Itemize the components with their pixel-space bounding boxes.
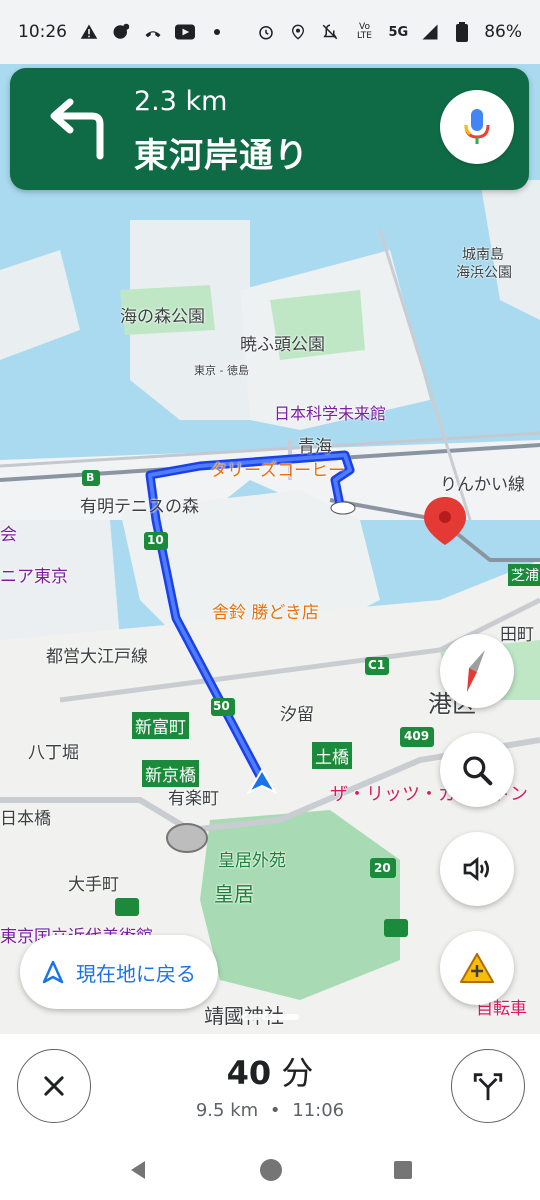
map-label-ariake-tennis[interactable]: 有明テニスの森 [80, 492, 199, 517]
compass-icon [467, 650, 485, 692]
map-label-rinkai: りんかい線 [440, 475, 525, 495]
map-label-tullys[interactable]: タリーズコーヒー [210, 456, 345, 481]
home-icon[interactable] [259, 1158, 283, 1182]
chat-icon [111, 22, 131, 42]
eta-unit: 分 [281, 1054, 314, 1092]
recenter-button[interactable]: 現在地に戻る [20, 935, 218, 1009]
route-fork-icon [473, 1073, 503, 1101]
battery-percent: 86% [484, 22, 522, 42]
map-label-shintomicho[interactable]: 新富町 [132, 712, 189, 739]
street-name: 東河岸通り [134, 136, 309, 176]
trip-distance: 9.5 km [195, 1100, 259, 1121]
map-label-kokyo[interactable]: 皇居 [214, 878, 254, 907]
speaker-icon [463, 856, 489, 882]
map-label-yurakucho[interactable]: 有楽町 [168, 784, 219, 809]
map-label-otemachi[interactable]: 大手町 [68, 870, 119, 895]
map-label-kachidoki-shop[interactable]: 舎鈴 勝どき店 [212, 598, 319, 623]
map-label-umi-no-mori[interactable]: 海の森公園 [120, 302, 205, 327]
compass-button[interactable] [440, 634, 514, 708]
route-shield-409: 409 [404, 729, 430, 743]
search-button[interactable] [440, 733, 514, 807]
signal-icon [420, 22, 440, 42]
status-bar: 10:26 Vo LTE 5G 86% [0, 0, 540, 64]
back-icon[interactable] [127, 1159, 149, 1181]
recenter-label: 現在地に戻る [76, 961, 196, 986]
sheet-handle[interactable] [241, 1014, 299, 1020]
route-shield-50: 50 [213, 699, 230, 713]
map-label-nia-tokyo[interactable]: ニア東京 [0, 562, 68, 587]
volte-icon: Vo LTE [357, 22, 372, 41]
map-label-kai[interactable]: 会 [0, 520, 17, 545]
eta-minutes: 40 [226, 1054, 272, 1092]
map-label-miraikan[interactable]: 日本科学未来館 [274, 400, 386, 424]
alternate-routes-button[interactable] [451, 1049, 525, 1123]
recents-icon[interactable] [393, 1160, 413, 1180]
map-label-aomi[interactable]: 青海 [298, 432, 332, 457]
search-icon [463, 756, 493, 786]
map-label-toei-oedo: 都営大江戸線 [46, 647, 148, 667]
map-label-dobashi[interactable]: 土橋 [312, 742, 352, 769]
warning-icon [79, 22, 99, 42]
route-shield-c1: C1 [368, 658, 386, 672]
microphone-icon [464, 109, 490, 144]
turn-left-icon [50, 98, 104, 160]
map-label-shiodome[interactable]: 汐留 [280, 700, 314, 725]
route-shield-b: B [86, 471, 95, 484]
system-nav-bar [0, 1140, 540, 1200]
turn-distance: 2.3 km [134, 86, 228, 117]
map-label-akatsuki[interactable]: 暁ふ頭公園 [240, 330, 325, 355]
route-shield-10: 10 [147, 533, 164, 547]
sound-button[interactable] [440, 832, 514, 906]
status-time: 10:26 [18, 22, 67, 42]
trip-separator: • [269, 1100, 281, 1121]
map-label-hatchobori[interactable]: 八丁堀 [28, 738, 79, 763]
map-label-tokyo-tokushima: 東京 - 徳島 [194, 364, 249, 377]
map-label-tamachi[interactable]: 田町 [500, 620, 534, 645]
map-label-shibaura[interactable]: 芝浦 [508, 564, 540, 586]
map-label-kokyo-gaien[interactable]: 皇居外苑 [218, 846, 286, 871]
map-label-jonan-park[interactable]: 海浜公園 [456, 262, 512, 282]
battery-icon [452, 22, 472, 42]
map-label-jonan[interactable]: 城南島 [462, 244, 504, 264]
network-label: 5G [388, 24, 409, 40]
youtube-icon [175, 22, 195, 42]
map-label-nihonbashi[interactable]: 日本橋 [0, 804, 51, 829]
map-label-shinkyobashi[interactable]: 新京橋 [142, 760, 199, 787]
arrival-time: 11:06 [292, 1100, 345, 1121]
location-icon [288, 22, 308, 42]
mute-icon [320, 22, 340, 42]
report-incident-button[interactable] [440, 931, 514, 1005]
alarm-icon [256, 22, 276, 42]
navigation-arrow-icon [42, 960, 64, 984]
route-shield-20: 20 [374, 861, 391, 875]
add-report-icon [460, 953, 494, 983]
dot-icon [207, 22, 227, 42]
missed-call-icon [143, 22, 163, 42]
voice-search-button[interactable] [440, 90, 514, 164]
